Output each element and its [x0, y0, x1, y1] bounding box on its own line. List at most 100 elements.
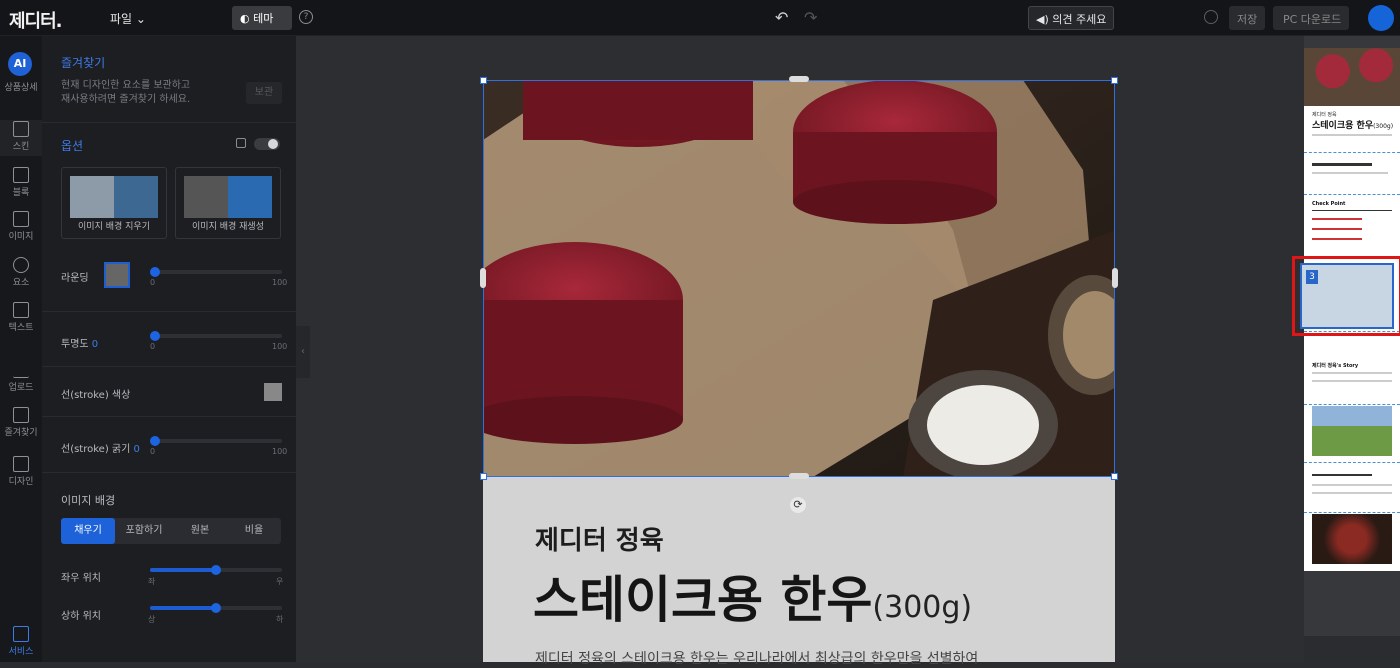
- resize-handle-sw[interactable]: [480, 473, 487, 480]
- divider: [42, 122, 296, 123]
- ai-icon[interactable]: AI: [8, 52, 32, 76]
- resize-handle-e[interactable]: [1112, 268, 1118, 288]
- regen-bg-label: 이미지 배경 재생성: [192, 222, 264, 232]
- thumb-line: [1312, 228, 1362, 230]
- nav-element[interactable]: 요소: [0, 257, 42, 288]
- lock-icon[interactable]: [236, 138, 246, 148]
- thumb-story: 제디터 정육's Story: [1312, 363, 1359, 369]
- fit-ratio-button[interactable]: 비율: [227, 518, 281, 544]
- thumb-grilled-steak: [1312, 514, 1392, 564]
- undo-icon[interactable]: ↶: [775, 8, 788, 27]
- nav-upload[interactable]: 업로드: [0, 362, 42, 393]
- stroke-width-slider[interactable]: [150, 439, 282, 443]
- thumb-line: [1312, 492, 1392, 494]
- thumb-line: [1312, 238, 1362, 240]
- product-title-text: 스테이크용 한우: [533, 571, 873, 629]
- remove-bg-card[interactable]: 이미지 배경 지우기: [61, 167, 167, 239]
- regen-bg-card[interactable]: 이미지 배경 재생성: [175, 167, 281, 239]
- stroke-width-label-text: 선(stroke) 굵기: [61, 444, 131, 455]
- favorites-desc-1: 현재 디자인한 요소를 보관하고: [61, 80, 191, 91]
- opacity-value: 0: [91, 339, 99, 350]
- redo-icon[interactable]: ↷: [804, 8, 817, 27]
- product-title[interactable]: 스테이크용 한우(300g): [533, 560, 972, 632]
- h-position-knob[interactable]: [211, 565, 221, 575]
- stroke-width-value: 0: [133, 444, 140, 455]
- resize-handle-se[interactable]: [1111, 473, 1118, 480]
- opacity-label: 투명도 0: [61, 335, 98, 350]
- file-menu-label: 파일: [110, 12, 133, 26]
- fit-contain-button[interactable]: 포함하기: [115, 518, 173, 544]
- nav-label: 즐겨찾기: [4, 428, 38, 438]
- stroke-width-label: 선(stroke) 굵기 0: [61, 440, 140, 455]
- thumb-title: 스테이크용 한우(300g): [1312, 118, 1393, 131]
- skin-icon: [13, 121, 29, 137]
- options-toggle[interactable]: [254, 138, 280, 150]
- nav-my-design[interactable]: 디자인: [0, 456, 42, 487]
- theme-button[interactable]: ◐ 테마: [232, 6, 292, 30]
- favorites-desc-2: 재사용하려면 즐겨찾기 하세요.: [61, 94, 191, 105]
- thumb-weight: (300g): [1373, 123, 1394, 130]
- rotate-icon[interactable]: ⟳: [790, 497, 806, 513]
- opacity-min: 0: [150, 342, 156, 351]
- left-nav: AI 상품상세 스킨 블록 이미지 요소 텍스트 업로드 즐겨찾기 디자인 서비…: [0, 36, 42, 662]
- editor-canvas: ‹ 제디터 정육 스테이크용 한우(300g) 제디터 정육의 스테이크용 한우…: [296, 36, 1304, 667]
- product-brand[interactable]: 제디터 정육: [535, 520, 664, 557]
- chevron-down-icon: ⌄: [135, 12, 146, 26]
- nav-skin[interactable]: 스킨: [0, 120, 42, 156]
- options-panel: 즐겨찾기 현재 디자인한 요소를 보관하고 재사용하려면 즐겨찾기 하세요. 보…: [42, 36, 296, 662]
- save-button[interactable]: 저장: [1229, 6, 1265, 30]
- image-bg-title: 이미지 배경: [61, 494, 116, 507]
- opacity-max: 100: [272, 342, 288, 351]
- selection-box[interactable]: [483, 80, 1115, 477]
- fit-fill-button[interactable]: 채우기: [61, 518, 115, 544]
- favorites-save-button[interactable]: 보관: [246, 82, 282, 104]
- service-icon: [13, 626, 29, 642]
- history-clock-icon[interactable]: [1204, 10, 1218, 24]
- h-position-fill: [150, 568, 216, 572]
- fit-original-button[interactable]: 원본: [173, 518, 227, 544]
- rounding-label: 라운딩: [61, 273, 89, 284]
- opacity-slider[interactable]: [150, 334, 282, 338]
- rounding-slider-knob[interactable]: [150, 267, 160, 277]
- pc-download-button[interactable]: PC 다운로드: [1273, 6, 1349, 30]
- stroke-width-max: 100: [272, 447, 288, 456]
- product-description[interactable]: 제디터 정육의 스테이크용 한우는 우리나라에서 최상급의 한우만을 선별하여: [535, 648, 978, 668]
- user-avatar[interactable]: [1368, 5, 1394, 31]
- nav-product-detail[interactable]: 상품상세: [0, 80, 42, 93]
- resize-handle-ne[interactable]: [1111, 77, 1118, 84]
- nav-bookmark[interactable]: 즐겨찾기: [0, 407, 42, 438]
- thumb-line: [1312, 372, 1392, 374]
- opacity-slider-knob[interactable]: [150, 331, 160, 341]
- v-bottom-tick: 하: [276, 615, 284, 624]
- nav-service[interactable]: 서비스: [0, 626, 42, 657]
- resize-handle-s[interactable]: [789, 473, 809, 479]
- nav-label: 스킨: [12, 142, 30, 152]
- file-menu[interactable]: 파일 ⌄: [110, 10, 146, 27]
- v-position-knob[interactable]: [211, 603, 221, 613]
- thumb-cattle-photo: [1312, 406, 1392, 456]
- speaker-icon: ◀): [1036, 13, 1049, 26]
- v-top-tick: 상: [148, 615, 156, 624]
- nav-text[interactable]: 텍스트: [0, 302, 42, 333]
- nav-block[interactable]: 블록: [0, 167, 42, 198]
- rounding-slider[interactable]: [150, 270, 282, 274]
- selected-page-number: 3: [1306, 270, 1318, 284]
- stroke-width-slider-knob[interactable]: [150, 436, 160, 446]
- resize-handle-w[interactable]: [480, 268, 486, 288]
- product-weight: (300g): [872, 590, 973, 625]
- nav-image[interactable]: 이미지: [0, 211, 42, 242]
- rounding-min: 0: [150, 278, 156, 287]
- feedback-button[interactable]: ◀) 의견 주세요: [1028, 6, 1114, 30]
- thumb-line: [1312, 474, 1372, 476]
- resize-handle-n[interactable]: [789, 76, 809, 82]
- thumb-line: [1312, 484, 1392, 486]
- app-logo[interactable]: 제디터.: [9, 7, 63, 33]
- rounding-preview: [104, 262, 130, 288]
- collapse-panel-button[interactable]: ‹: [296, 326, 310, 378]
- favorites-title: 즐겨찾기: [61, 56, 106, 70]
- stroke-color-swatch[interactable]: [264, 383, 282, 401]
- help-icon[interactable]: ?: [299, 10, 313, 24]
- page-thumbnails: 제디터 정육 스테이크용 한우(300g) Check Point 제디터 정육…: [1292, 36, 1400, 636]
- stroke-width-min: 0: [150, 447, 156, 456]
- resize-handle-nw[interactable]: [480, 77, 487, 84]
